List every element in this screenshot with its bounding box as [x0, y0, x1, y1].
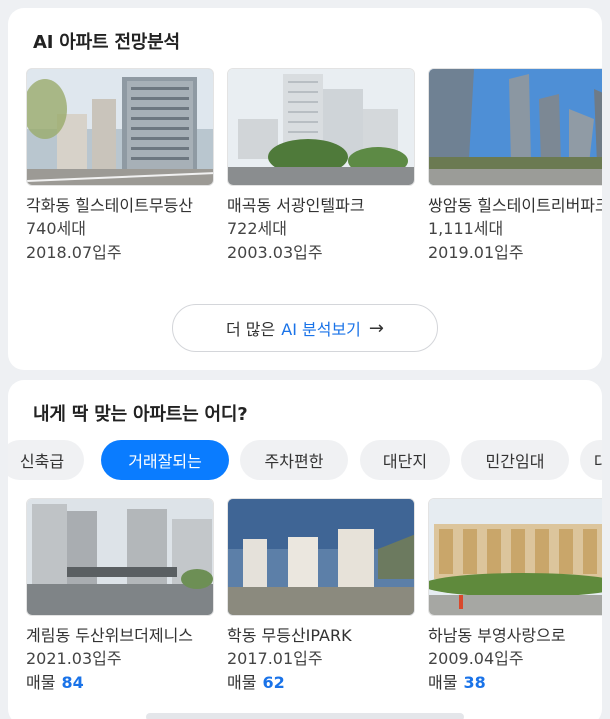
- listing-count: 매물 84: [26, 671, 214, 695]
- apartment-name: 하남동 부영사랑으로: [428, 626, 566, 645]
- listing-label: 매물: [428, 673, 458, 692]
- apartment-photo: [428, 68, 602, 186]
- bottom-handle: [146, 713, 464, 719]
- apartment-name: 매곡동 서광인텔파크: [227, 196, 365, 215]
- apartment-card[interactable]: 학동 무등산IPARK 2017.01입주 매물 62: [227, 498, 415, 695]
- more-ai-analysis-button[interactable]: 더 많은 AI 분석보기 →: [172, 304, 438, 352]
- apartment-move-in: 2019.01입주: [428, 243, 524, 262]
- apartment-move-in: 2017.01입주: [227, 649, 323, 668]
- apartment-move-in: 2009.04입주: [428, 649, 524, 668]
- chip-partial[interactable]: 대: [580, 440, 602, 480]
- apartment-move-in: 2018.07입주: [26, 243, 122, 262]
- chip-active-trading[interactable]: 거래잘되는: [101, 440, 229, 480]
- listing-count: 매물 62: [227, 671, 415, 695]
- listing-number: 84: [61, 673, 84, 692]
- ai-apartment-list: 각화동 힐스테이트무등산 740세대 2018.07입주 매곡동 서광인텔파크 …: [26, 68, 602, 278]
- chip-large-complex[interactable]: 대단지: [360, 440, 450, 480]
- listing-number: 38: [463, 673, 486, 692]
- apartment-card[interactable]: 계림동 두산위브더제니스 2021.03입주 매물 84: [26, 498, 214, 695]
- fit-section-title: 내게 딱 맞는 아파트는 어디?: [33, 404, 248, 425]
- ai-section-title: AI 아파트 전망분석: [33, 32, 180, 53]
- apartment-units: 740세대: [26, 219, 86, 238]
- filter-chip-bar: 신축급 거래잘되는 주차편한 대단지 민간임대 대: [8, 440, 602, 480]
- apartment-photo: [26, 498, 214, 616]
- apartment-photo: [428, 498, 602, 616]
- apartment-card[interactable]: 매곡동 서광인텔파크 722세대 2003.03입주: [227, 68, 415, 265]
- apartment-card[interactable]: 각화동 힐스테이트무등산 740세대 2018.07입주: [26, 68, 214, 265]
- more-button-ai-label: AI 분석보기: [281, 320, 361, 339]
- chip-private-rental[interactable]: 민간임대: [461, 440, 569, 480]
- apartment-name: 계림동 두산위브더제니스: [26, 626, 194, 645]
- chip-new-build[interactable]: 신축급: [8, 440, 84, 480]
- apartment-photo: [26, 68, 214, 186]
- apartment-photo: [227, 68, 415, 186]
- listing-number: 62: [262, 673, 285, 692]
- apartment-card[interactable]: 쌍암동 힐스테이트리버파크 1,111세대 2019.01입주: [428, 68, 602, 265]
- apartment-move-in: 2003.03입주: [227, 243, 323, 262]
- apartment-photo: [227, 498, 415, 616]
- arrow-right-icon: →: [368, 317, 384, 339]
- listing-label: 매물: [26, 673, 56, 692]
- apartment-units: 722세대: [227, 219, 287, 238]
- apartment-card[interactable]: 하남동 부영사랑으로 2009.04입주 매물 38: [428, 498, 602, 695]
- fit-recommendation-card: 내게 딱 맞는 아파트는 어디? 신축급 거래잘되는 주차편한 대단지 민간임대…: [8, 380, 602, 719]
- chip-easy-parking[interactable]: 주차편한: [240, 440, 348, 480]
- ai-analysis-card: AI 아파트 전망분석 각화동 힐스테이트무등산 740세대 2018.07입주…: [8, 8, 602, 370]
- apartment-name: 학동 무등산IPARK: [227, 626, 352, 645]
- apartment-move-in: 2021.03입주: [26, 649, 122, 668]
- apartment-name: 각화동 힐스테이트무등산: [26, 196, 194, 215]
- listing-label: 매물: [227, 673, 257, 692]
- apartment-name: 쌍암동 힐스테이트리버파크: [428, 196, 602, 215]
- listing-count: 매물 38: [428, 671, 602, 695]
- apartment-units: 1,111세대: [428, 219, 504, 238]
- more-button-prefix: 더 많은: [226, 320, 276, 339]
